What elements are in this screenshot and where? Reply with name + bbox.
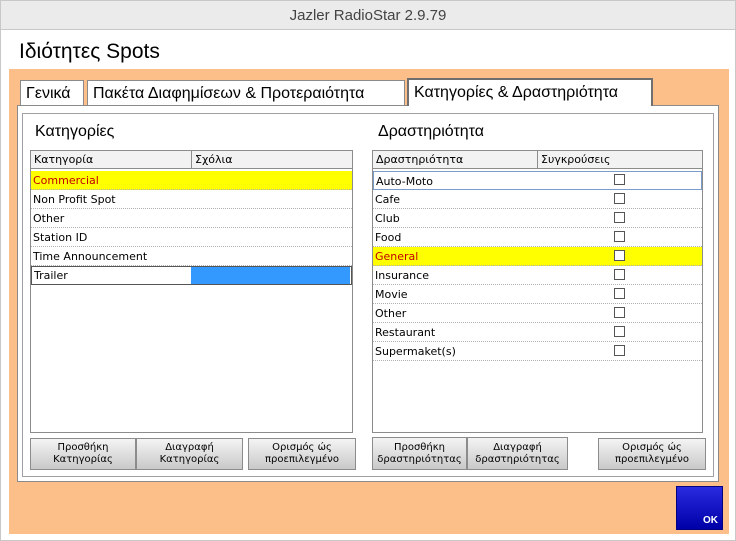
row-label: Commercial bbox=[33, 174, 99, 187]
table-row[interactable]: Auto-Moto bbox=[373, 171, 702, 190]
table-row[interactable]: Restaurant bbox=[373, 323, 702, 342]
conflict-checkbox[interactable] bbox=[614, 326, 625, 337]
row-label: Supermaket(s) bbox=[375, 345, 456, 358]
row-label: Other bbox=[33, 212, 65, 225]
column-header-category[interactable]: Κατηγορία bbox=[34, 153, 93, 166]
conflict-checkbox[interactable] bbox=[614, 250, 625, 261]
ok-label: OK bbox=[703, 515, 718, 526]
set-default-category-button[interactable]: Ορισμός ώς προεπιλεγμένο bbox=[248, 438, 356, 470]
categories-title: Κατηγορίες bbox=[35, 123, 115, 140]
conflict-checkbox[interactable] bbox=[614, 269, 625, 280]
row-label: Trailer bbox=[34, 269, 68, 282]
tab-packages-priority[interactable]: Πακέτα Διαφημίσεων & Προτεραιότητα bbox=[87, 80, 405, 107]
table-row[interactable]: Movie bbox=[373, 285, 702, 304]
delete-category-button[interactable]: Διαγραφή Κατηγορίας bbox=[136, 438, 243, 470]
row-label: Non Profit Spot bbox=[33, 193, 116, 206]
categories-grid-header: Κατηγορία Σχόλια bbox=[31, 151, 352, 169]
add-activity-button[interactable]: Προσθήκη δραστηριότητας bbox=[372, 437, 467, 470]
conflict-checkbox[interactable] bbox=[614, 174, 625, 185]
add-category-button[interactable]: Προσθήκη Κατηγορίας bbox=[30, 438, 136, 470]
table-row[interactable]: Non Profit Spot bbox=[31, 190, 352, 209]
conflict-checkbox[interactable] bbox=[614, 307, 625, 318]
table-row[interactable]: Other bbox=[31, 209, 352, 228]
set-default-activity-button[interactable]: Ορισμός ώς προεπιλεγμένο bbox=[598, 438, 706, 470]
column-separator bbox=[537, 151, 538, 168]
conflict-checkbox[interactable] bbox=[614, 212, 625, 223]
table-row[interactable]: Station ID bbox=[31, 228, 352, 247]
row-label: Station ID bbox=[33, 231, 88, 244]
table-row[interactable]: Time Announcement bbox=[31, 247, 352, 266]
conflict-checkbox[interactable] bbox=[614, 231, 625, 242]
table-row[interactable]: Supermaket(s) bbox=[373, 342, 702, 361]
tab-categories-activity[interactable]: Κατηγορίες & Δραστηριότητα bbox=[407, 78, 653, 106]
row-label: Restaurant bbox=[375, 326, 436, 339]
window-titlebar: Jazler RadioStar 2.9.79 bbox=[0, 0, 736, 30]
row-label: Food bbox=[375, 231, 402, 244]
row-label: General bbox=[375, 250, 419, 263]
table-row[interactable]: Food bbox=[373, 228, 702, 247]
row-label: Movie bbox=[375, 288, 408, 301]
table-row[interactable]: Trailer bbox=[31, 266, 352, 285]
row-label: Club bbox=[375, 212, 400, 225]
column-header-conflicts[interactable]: Συγκρούσεις bbox=[541, 153, 610, 166]
row-label: Insurance bbox=[375, 269, 429, 282]
table-row[interactable]: Insurance bbox=[373, 266, 702, 285]
categories-grid[interactable]: Κατηγορία Σχόλια Commercial Non Profit S… bbox=[30, 150, 353, 433]
comment-cell-editing[interactable] bbox=[191, 267, 350, 284]
ok-button[interactable]: OK bbox=[676, 486, 723, 530]
conflict-checkbox[interactable] bbox=[614, 288, 625, 299]
table-row[interactable]: Cafe bbox=[373, 190, 702, 209]
row-label: Auto-Moto bbox=[376, 175, 433, 188]
row-label: Time Announcement bbox=[33, 250, 148, 263]
dialog-title: Ιδιότητες Spots bbox=[19, 40, 160, 63]
table-row[interactable]: Commercial bbox=[31, 171, 352, 190]
column-header-activity[interactable]: Δραστηριότητα bbox=[376, 153, 463, 166]
column-separator bbox=[191, 151, 192, 168]
conflict-checkbox[interactable] bbox=[614, 193, 625, 204]
tab-general[interactable]: Γενικά bbox=[20, 80, 84, 107]
window-title: Jazler RadioStar 2.9.79 bbox=[289, 7, 447, 24]
conflict-checkbox[interactable] bbox=[614, 345, 625, 356]
activity-grid[interactable]: Δραστηριότητα Συγκρούσεις Auto-Moto Cafe… bbox=[372, 150, 703, 433]
activity-title: Δραστηριότητα bbox=[378, 123, 485, 140]
activity-grid-header: Δραστηριότητα Συγκρούσεις bbox=[373, 151, 702, 169]
delete-activity-button[interactable]: Διαγραφή δραστηριότητας bbox=[467, 437, 568, 470]
table-row[interactable]: General bbox=[373, 247, 702, 266]
row-label: Cafe bbox=[375, 193, 401, 206]
table-row[interactable]: Other bbox=[373, 304, 702, 323]
column-header-comments[interactable]: Σχόλια bbox=[195, 153, 233, 166]
table-row[interactable]: Club bbox=[373, 209, 702, 228]
row-label: Other bbox=[375, 307, 407, 320]
